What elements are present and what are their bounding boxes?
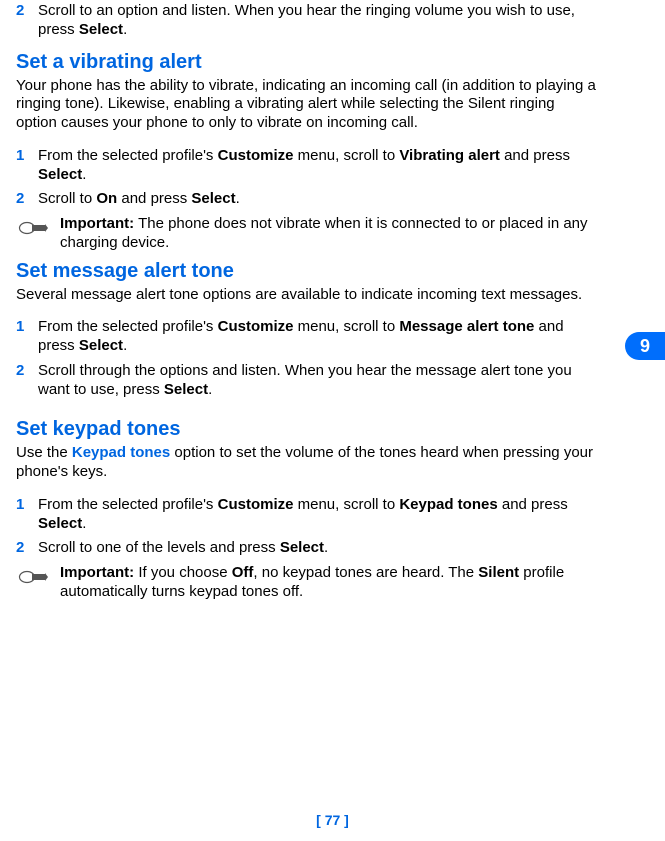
content-column: 2 Scroll to an option and listen. When y… (16, 2, 596, 602)
chapter-tab: 9 (625, 332, 665, 360)
ui-term: On (96, 190, 117, 207)
text-run: . (324, 539, 328, 556)
text-run: Scroll to one of the levels and press (38, 539, 280, 556)
step-text: From the selected profile's Customize me… (38, 318, 596, 356)
ui-term: Silent (478, 564, 519, 581)
keypad-important-note: Important: If you choose Off, no keypad … (16, 564, 596, 602)
step-number: 2 (16, 362, 38, 400)
step-text: Scroll through the options and listen. W… (38, 362, 596, 400)
text-run: , no keypad tones are heard. The (253, 564, 478, 581)
step-text: Scroll to one of the levels and press Se… (38, 539, 596, 558)
text-run: menu, scroll to (293, 496, 399, 513)
step-text: Scroll to an option and listen. When you… (38, 2, 596, 40)
page-root: 2 Scroll to an option and listen. When y… (0, 0, 665, 841)
vibrating-step-1: 1 From the selected profile's Customize … (16, 147, 596, 185)
step-text: From the selected profile's Customize me… (38, 147, 596, 185)
step-number: 1 (16, 318, 38, 356)
ui-term: Message alert tone (399, 318, 534, 335)
text-run: The phone does not vibrate when it is co… (60, 215, 588, 251)
heading-vibrating-alert: Set a vibrating alert (16, 50, 596, 75)
message-step-1: 1 From the selected profile's Customize … (16, 318, 596, 356)
text-run: and press (498, 496, 568, 513)
text-run: . (208, 381, 212, 398)
ui-term: Customize (218, 318, 294, 335)
step-number: 1 (16, 496, 38, 534)
keypad-intro: Use the Keypad tones option to set the v… (16, 444, 596, 482)
text-run: From the selected profile's (38, 318, 218, 335)
text-run: . (236, 190, 240, 207)
step-number: 2 (16, 539, 38, 558)
text-run: Scroll through the options and listen. W… (38, 362, 572, 398)
note-text: Important: If you choose Off, no keypad … (60, 564, 596, 602)
step-text: Scroll to On and press Select. (38, 190, 596, 209)
note-label: Important: (60, 215, 134, 232)
text-run: and press (117, 190, 191, 207)
message-step-2: 2 Scroll through the options and listen.… (16, 362, 596, 400)
step-text: From the selected profile's Customize me… (38, 496, 596, 534)
important-icon (16, 564, 60, 602)
ui-term: Select (38, 515, 82, 532)
note-text: Important: The phone does not vibrate wh… (60, 215, 596, 253)
ui-term: Select (164, 381, 208, 398)
ui-term: Select (79, 337, 123, 354)
text-run: menu, scroll to (293, 147, 399, 164)
ui-term: Off (232, 564, 254, 581)
vibrating-step-2: 2 Scroll to On and press Select. (16, 190, 596, 209)
keyword: Keypad tones (72, 444, 170, 461)
step-number: 2 (16, 2, 38, 40)
text-run: Use the (16, 444, 72, 461)
heading-message-alert: Set message alert tone (16, 259, 596, 284)
ui-term: Select (280, 539, 324, 556)
vibrating-important-note: Important: The phone does not vibrate wh… (16, 215, 596, 253)
text-run: . (123, 21, 127, 38)
step-number: 1 (16, 147, 38, 185)
ui-term: Select (38, 166, 82, 183)
text-run: Scroll to (38, 190, 96, 207)
text-run: If you choose (134, 564, 232, 581)
text-run: . (82, 166, 86, 183)
heading-keypad-tones: Set keypad tones (16, 417, 596, 442)
ui-term: Customize (218, 147, 294, 164)
text-run: . (123, 337, 127, 354)
ui-term: Keypad tones (399, 496, 497, 513)
ringing-step-2: 2 Scroll to an option and listen. When y… (16, 2, 596, 40)
keypad-step-1: 1 From the selected profile's Customize … (16, 496, 596, 534)
ui-term: Select (191, 190, 235, 207)
note-label: Important: (60, 564, 134, 581)
message-intro: Several message alert tone options are a… (16, 286, 596, 305)
text-run: menu, scroll to (293, 318, 399, 335)
text-run: From the selected profile's (38, 147, 218, 164)
text-run: . (82, 515, 86, 532)
page-number: [ 77 ] (0, 812, 665, 830)
text-run: and press (500, 147, 570, 164)
keypad-step-2: 2 Scroll to one of the levels and press … (16, 539, 596, 558)
ui-term: Vibrating alert (399, 147, 500, 164)
important-icon (16, 215, 60, 253)
text-run: From the selected profile's (38, 496, 218, 513)
step-number: 2 (16, 190, 38, 209)
ui-term: Select (79, 21, 123, 38)
vibrating-intro: Your phone has the ability to vibrate, i… (16, 77, 596, 133)
ui-term: Customize (218, 496, 294, 513)
